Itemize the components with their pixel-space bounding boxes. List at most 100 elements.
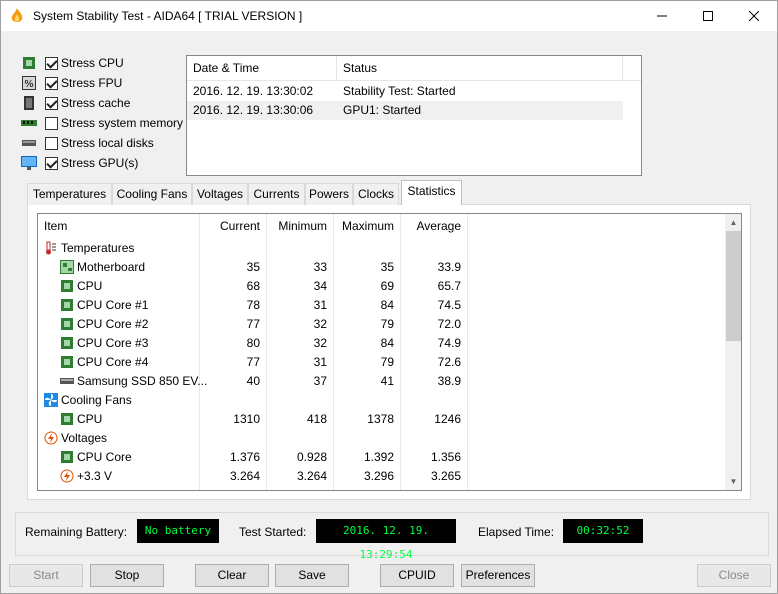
table-row[interactable]: CPU Core #1 78 31 84 74.5 [38, 296, 726, 315]
voltage-bolt-icon [44, 431, 58, 445]
tab-powers[interactable]: Powers [305, 183, 353, 205]
row-current: 1.376 [229, 450, 260, 464]
scroll-thumb[interactable] [726, 231, 741, 341]
stress-fpu-checkbox[interactable] [45, 76, 58, 90]
save-button[interactable]: Save [275, 564, 349, 587]
stress-cache-checkbox[interactable] [45, 96, 58, 110]
log-header-status[interactable]: Status [337, 56, 377, 81]
row-maximum: 3.296 [363, 469, 394, 483]
window-title: System Stability Test - AIDA64 [ TRIAL V… [33, 9, 303, 23]
table-row[interactable]: Motherboard 35 33 35 33.9 [38, 258, 726, 277]
tab-voltages[interactable]: Voltages [192, 183, 248, 205]
stress-gpu-label: Stress GPU(s) [61, 156, 139, 170]
row-maximum: 84 [380, 336, 394, 350]
table-row[interactable]: Samsung SSD 850 EV... 40 37 41 38.9 [38, 372, 726, 391]
table-scrollbar[interactable]: ▲ ▼ [725, 214, 741, 490]
tab-temperatures[interactable]: Temperatures [27, 183, 112, 205]
table-row[interactable]: Cooling Fans [38, 391, 726, 410]
row-item: CPU [77, 279, 103, 293]
header-item[interactable]: Item [44, 214, 67, 239]
log-header-datetime[interactable]: Date & Time [187, 56, 259, 81]
start-button[interactable]: Start [9, 564, 83, 587]
table-row[interactable]: Temperatures [38, 239, 726, 258]
scroll-up-icon[interactable]: ▲ [725, 214, 741, 231]
row-minimum: 37 [313, 374, 327, 388]
table-row[interactable]: CPU 68 34 69 65.7 [38, 277, 726, 296]
row-minimum: 32 [313, 317, 327, 331]
ssd-drive-icon [60, 378, 74, 384]
row-minimum: 31 [313, 298, 327, 312]
log-time: 2016. 12. 19. 13:30:02 [193, 84, 314, 98]
stress-cache-option[interactable]: Stress cache [21, 94, 130, 112]
stress-fpu-option[interactable]: % Stress FPU [21, 74, 122, 92]
cpuid-button[interactable]: CPUID [380, 564, 454, 587]
log-time: 2016. 12. 19. 13:30:06 [193, 103, 314, 117]
row-average: 1.356 [430, 450, 461, 464]
stop-button[interactable]: Stop [90, 564, 164, 587]
table-row[interactable]: CPU 1310 418 1378 1246 [38, 410, 726, 429]
motherboard-icon [60, 260, 74, 274]
preferences-button[interactable]: Preferences [461, 564, 535, 587]
header-minimum[interactable]: Minimum [266, 214, 333, 239]
stress-gpu-option[interactable]: Stress GPU(s) [21, 154, 138, 172]
header-current[interactable]: Current [199, 214, 266, 239]
row-minimum: 31 [313, 355, 327, 369]
stress-cpu-checkbox[interactable] [45, 56, 58, 70]
log-status: Stability Test: Started [343, 84, 456, 98]
row-minimum: 34 [313, 279, 327, 293]
tab-statistics[interactable]: Statistics [401, 180, 462, 205]
stress-disks-label: Stress local disks [61, 136, 154, 150]
title-bar[interactable]: System Stability Test - AIDA64 [ TRIAL V… [1, 1, 777, 31]
row-item: Motherboard [77, 260, 146, 274]
test-started-value: 2016. 12. 19. 13:29:54 [316, 519, 456, 561]
row-item: CPU Core #3 [77, 336, 149, 350]
svg-text:%: % [24, 79, 34, 90]
stress-disks-checkbox[interactable] [45, 136, 58, 150]
stress-gpu-checkbox[interactable] [45, 156, 58, 170]
scroll-down-icon[interactable]: ▼ [725, 473, 741, 490]
tab-cooling-fans[interactable]: Cooling Fans [112, 183, 192, 205]
minimize-icon[interactable] [639, 1, 685, 31]
row-item: CPU Core #4 [77, 355, 149, 369]
stress-cpu-option[interactable]: Stress CPU [21, 54, 124, 72]
row-average: 1246 [434, 412, 461, 426]
tab-clocks[interactable]: Clocks [353, 183, 399, 205]
cpu-chip-icon [61, 356, 73, 368]
table-row[interactable]: CPU Core 1.376 0.928 1.392 1.356 [38, 448, 726, 467]
close-icon[interactable] [731, 1, 777, 31]
cpu-chip-icon [61, 337, 73, 349]
table-row[interactable]: CPU Core #4 77 31 79 72.6 [38, 353, 726, 372]
event-log[interactable]: Date & Time Status 2016. 12. 19. 13:30:0… [186, 55, 642, 176]
stress-memory-label: Stress system memory [61, 116, 184, 130]
maximize-icon[interactable] [685, 1, 731, 31]
log-row[interactable]: 2016. 12. 19. 13:30:02 Stability Test: S… [187, 82, 623, 101]
clear-button[interactable]: Clear [195, 564, 269, 587]
disk-drive-icon [21, 136, 37, 150]
table-row[interactable]: +3.3 V 3.264 3.264 3.296 3.265 [38, 467, 726, 486]
row-maximum: 79 [380, 355, 394, 369]
row-current: 35 [246, 260, 260, 274]
battery-value: No battery [137, 519, 219, 543]
row-current: 77 [246, 317, 260, 331]
table-row[interactable]: Voltages [38, 429, 726, 448]
stress-memory-checkbox[interactable] [45, 116, 58, 130]
tab-currents[interactable]: Currents [248, 183, 305, 205]
header-maximum[interactable]: Maximum [333, 214, 400, 239]
header-average[interactable]: Average [400, 214, 467, 239]
stress-memory-option[interactable]: Stress system memory [21, 114, 183, 132]
log-row[interactable]: 2016. 12. 19. 13:30:06 GPU1: Started [187, 101, 623, 120]
row-maximum: 35 [380, 260, 394, 274]
fan-icon [44, 393, 58, 407]
row-maximum: 69 [380, 279, 394, 293]
table-row[interactable]: CPU Core #2 77 32 79 72.0 [38, 315, 726, 334]
statistics-table[interactable]: Item Current Minimum Maximum Average Tem… [37, 213, 742, 491]
row-current: 78 [246, 298, 260, 312]
row-maximum: 79 [380, 317, 394, 331]
row-maximum: 41 [380, 374, 394, 388]
close-button[interactable]: Close [697, 564, 771, 587]
row-maximum: 1.392 [363, 450, 394, 464]
elapsed-time-value: 00:32:52 [563, 519, 643, 543]
stress-disks-option[interactable]: Stress local disks [21, 134, 154, 152]
row-maximum: 1378 [367, 412, 394, 426]
table-row[interactable]: CPU Core #3 80 32 84 74.9 [38, 334, 726, 353]
